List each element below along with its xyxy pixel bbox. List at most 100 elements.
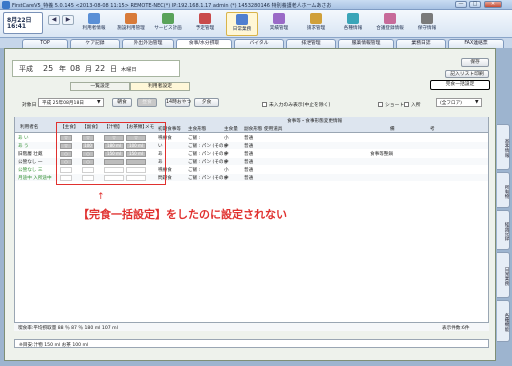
menu-item-clipboard[interactable]: サービス計画 (152, 12, 184, 36)
meal-dinner-button[interactable]: 夕食 (194, 98, 219, 107)
menu-item-label: サービス計画 (154, 26, 182, 31)
cell-form: ご飯 : パン (そのま (188, 160, 229, 165)
menu-item-group[interactable]: 合議登録情報 (374, 12, 406, 36)
menu-item-label: 利用者情報 (82, 26, 106, 31)
column-header: 主食形態 (188, 127, 207, 132)
clipboard-icon (162, 13, 174, 24)
inhouse-checkbox[interactable]: 入所 (404, 101, 421, 108)
target-date-field[interactable]: 平成 25年08月18日 ▼ (38, 98, 104, 107)
menu-item-tools[interactable]: 保守情報 (411, 12, 443, 36)
calendar-icon (199, 13, 211, 24)
column-header: 主食量 (224, 127, 238, 132)
clock-panel: 8月22日 16:41 (3, 12, 43, 34)
tab-7[interactable]: 業務日誌 (396, 39, 446, 48)
meal-breakfast-button[interactable]: 朝食 (112, 98, 132, 107)
weekday: 木曜日 (121, 67, 137, 73)
floor-select[interactable]: (全フロア) ▼ (436, 98, 482, 107)
resident-name: 公營なし 三 (18, 168, 43, 173)
tab-4[interactable]: バイタル (234, 39, 284, 48)
column-header: 使用道具 (264, 127, 283, 132)
year-value: 25 (43, 64, 54, 73)
annotation-text: 【完食一括設定】をしたのに設定されない (78, 208, 287, 221)
side-tab-0[interactable]: 基本情報 (497, 124, 510, 170)
tab-3[interactable]: 食事/水分摂取 (176, 39, 232, 48)
cell-side: 普通 (244, 176, 254, 181)
building-icon (125, 13, 137, 24)
menu-item-label: 実績管理 (269, 26, 289, 31)
cell-qty: 中 (224, 160, 229, 165)
count-text: 表示件数:6件 (442, 326, 470, 331)
group-header: 食事等・食事形態変更情報 (287, 119, 343, 124)
menu-item-building[interactable]: 施設利用管理 (115, 12, 147, 36)
chevron-down-icon[interactable]: ▼ (475, 100, 479, 105)
day-value: 22 (95, 64, 106, 73)
tab-0[interactable]: TOP (22, 39, 68, 48)
checkbox-icon (262, 102, 267, 107)
tab-5[interactable]: 排泄管理 (286, 39, 336, 48)
menu-item-info[interactable]: 各種情報 (337, 12, 369, 36)
checkbox-icon (404, 102, 409, 107)
forward-button[interactable]: ▶ (62, 15, 74, 25)
meal-snack-button[interactable]: 14時おやつ (165, 98, 191, 107)
chart-icon (273, 13, 285, 24)
tab-user-settings[interactable]: 利用者設定 (130, 82, 190, 91)
menu-item-invoice[interactable]: 請求管理 (300, 12, 332, 36)
cell-qty: 中 (224, 176, 229, 181)
meal-lunch-button[interactable]: 昼食 (137, 98, 157, 107)
target-date-value: 平成 25年08月18日 (42, 101, 84, 106)
cell-form: ご飯 : (188, 168, 201, 173)
cell-form: ご飯 : (188, 136, 201, 141)
menu-item-calendar[interactable]: 予定管理 (189, 12, 221, 36)
resident-name: 月途中 入所途中 (18, 176, 52, 181)
menu-item-label: 合議登録情報 (376, 26, 404, 31)
group-icon (384, 13, 396, 24)
tab-1[interactable]: ケア記録 (70, 39, 120, 48)
menu-item-chart[interactable]: 実績管理 (263, 12, 295, 36)
target-bar: ※目安:汁物 150 ml お茶 100 ml (14, 339, 489, 348)
side-tab-2[interactable]: 経過記録 (497, 210, 510, 250)
side-tab-3[interactable]: 日常業務 (497, 252, 510, 298)
cell-side: 普通 (244, 144, 254, 149)
floor-value: (全フロア) (440, 101, 462, 106)
side-tab-1[interactable]: 所有物 (497, 172, 510, 208)
info-icon (347, 13, 359, 24)
save-button[interactable]: 保存 (461, 58, 489, 67)
close-button[interactable]: ✕ (484, 1, 502, 8)
column-header: 備 (390, 127, 395, 132)
tab-8[interactable]: FAX連絡票 (448, 39, 504, 48)
tab-6[interactable]: 服薬情報管理 (338, 39, 394, 48)
cell-form: ご飯 : パン (そのま (188, 152, 229, 157)
short-checkbox[interactable]: ショート (378, 101, 404, 108)
house-icon (236, 14, 248, 25)
back-button[interactable]: ◀ (48, 15, 60, 25)
cell-qty: 中 (224, 152, 229, 157)
maximize-button[interactable]: □ (469, 1, 481, 8)
unentered-only-checkbox[interactable]: 未入力のみ表示(中止を除く) (262, 101, 330, 108)
tab-2[interactable]: 外出外泊管理 (122, 39, 174, 48)
cell-qty: 小 (224, 168, 229, 173)
cell-side: 普通 (244, 152, 254, 157)
current-time: 16:41 (7, 23, 27, 30)
print-list-button[interactable]: 記入リスト印刷 (445, 70, 489, 78)
up-arrow-icon: ↑ (97, 192, 105, 202)
date-display: 平成 25 年 08 月 22 日 木曜日 (12, 60, 180, 77)
month-value: 08 (70, 64, 81, 73)
cell-form: ご飯 : パン (そのま (188, 144, 229, 149)
cell-note: 食事等整鍋 (370, 152, 393, 157)
chevron-down-icon[interactable]: ▼ (97, 100, 101, 105)
tab-list-settings[interactable]: 一覧設定 (70, 82, 130, 91)
inhouse-label: 入所 (411, 103, 421, 108)
side-tab-4[interactable]: 各種機能 (497, 300, 510, 342)
cell-side: 普通 (244, 136, 254, 141)
minimize-button[interactable]: — (455, 1, 467, 8)
unentered-only-label: 未入力のみ表示(中止を除く) (269, 103, 331, 108)
menu-item-label: 保守情報 (417, 26, 437, 31)
menu-item-person[interactable]: 利用者情報 (78, 12, 110, 36)
menu-item-house[interactable]: 日常業務 (226, 12, 258, 36)
highlight-box (56, 122, 166, 185)
bulk-complete-button[interactable]: 完食一括設定 (430, 80, 490, 90)
cell-side: 普通 (244, 160, 254, 165)
menu-item-label: 予定管理 (195, 26, 215, 31)
resident-name: 旧階層 壮蔵 (18, 152, 43, 157)
day-unit: 日 (110, 65, 117, 73)
